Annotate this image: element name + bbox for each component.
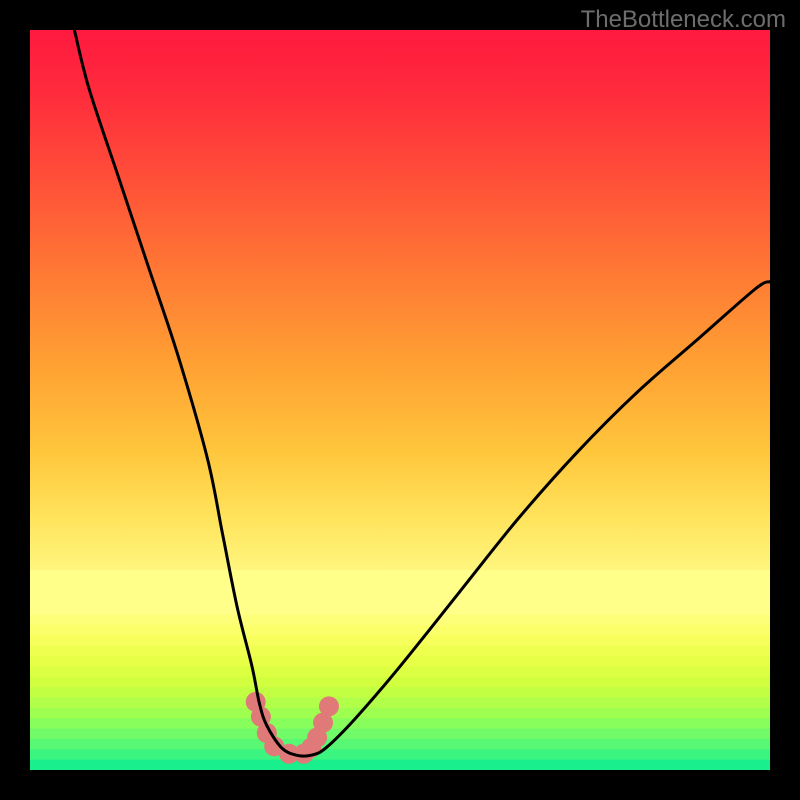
plot-frame [30, 30, 770, 770]
bottleneck-chart [30, 30, 770, 770]
watermark-text: TheBottleneck.com [581, 6, 786, 34]
gradient-bands [30, 30, 770, 770]
